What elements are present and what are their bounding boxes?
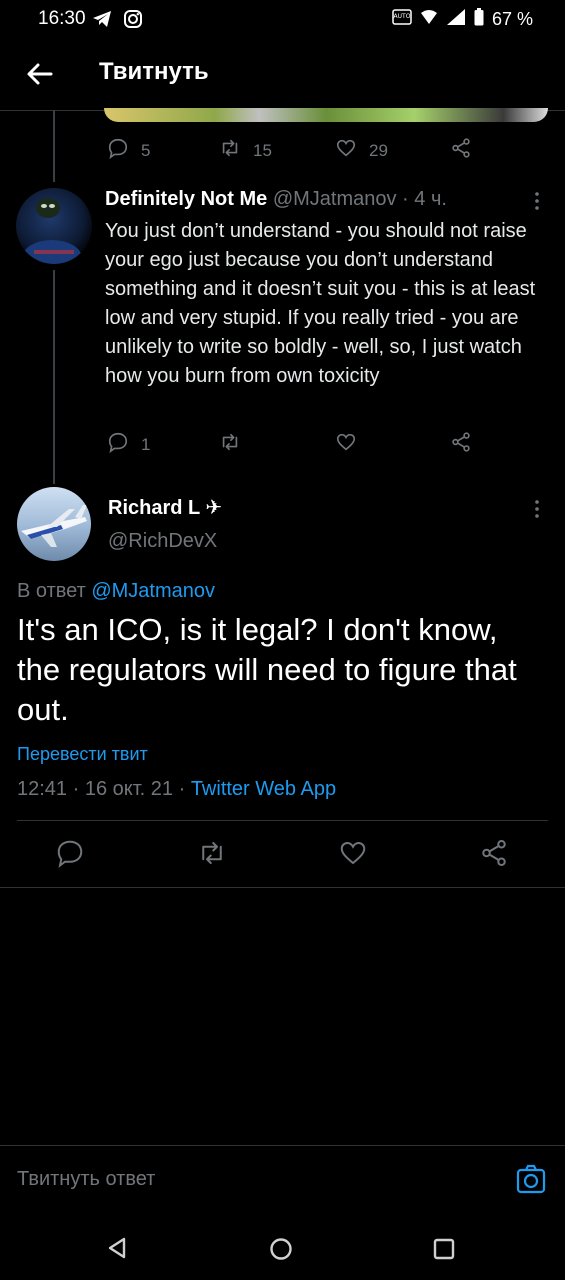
nav-recents-icon[interactable] [433,1238,455,1265]
more-options-icon[interactable] [527,189,547,217]
reply-icon [107,431,129,458]
more-options-icon[interactable] [527,497,547,525]
reply-button[interactable]: 1 [107,431,150,458]
heart-icon [335,137,357,164]
share-icon[interactable] [479,838,509,868]
like-count: 29 [369,140,388,160]
avatar[interactable] [16,188,92,264]
heart-icon [335,431,357,458]
reply-button[interactable]: 5 [107,137,150,164]
retweet-icon [219,431,241,458]
reply-author[interactable]: Definitely Not Me @MJatmanov · 4 ч. [105,188,447,211]
page-title: Твитнуть [99,58,209,85]
main-author-name[interactable]: Richard L ✈ [108,495,222,520]
thread-line [53,110,55,182]
instagram-icon [123,9,143,34]
retweet-button[interactable] [219,431,241,458]
auto-hd-icon: AUTO [392,8,412,31]
reply-tweet-text: You just don’t understand - you should n… [105,220,536,387]
translate-link[interactable]: Перевести твит [17,744,148,765]
reply-count: 5 [141,140,151,160]
tweet-timestamp: 12:41 · 16 окт. 21 · [17,778,191,800]
share-icon [450,431,472,458]
back-arrow-icon[interactable] [22,56,58,92]
share-button[interactable] [450,137,472,164]
retweet-icon[interactable] [197,838,227,868]
main-tweet-actions [0,838,565,872]
main-tweet-text: It's an ICO, is it legal? I don't know, … [17,612,517,727]
telegram-icon [92,10,112,33]
prev-tweet-actions: 5 15 29 [107,137,547,163]
avatar[interactable] [17,487,91,561]
share-button[interactable] [450,431,472,458]
reply-icon[interactable] [55,838,85,868]
reply-input-placeholder[interactable]: Твитнуть ответ [17,1168,155,1191]
replying-to-label: В ответ [17,580,92,602]
top-bar: Твитнуть [0,38,565,111]
camera-icon[interactable] [515,1164,547,1196]
tweet-source-link[interactable]: Twitter Web App [191,778,336,800]
signal-icon [446,8,466,31]
divider [17,820,548,821]
retweet-count: 15 [253,140,272,160]
battery-icon [474,8,484,31]
system-nav-bar [0,1209,565,1280]
nav-home-icon[interactable] [269,1237,293,1266]
like-button[interactable]: 29 [335,137,388,164]
heart-icon[interactable] [338,838,368,868]
reply-composer[interactable]: Твитнуть ответ [0,1145,565,1210]
divider [0,887,565,888]
status-bar: 16:30 AUTO 67 % [0,0,565,38]
media-thumbnail[interactable] [104,108,548,122]
retweet-icon [219,137,241,164]
replying-to-handle[interactable]: @MJatmanov [91,580,215,602]
nav-back-icon[interactable] [106,1237,128,1264]
main-author-handle[interactable]: @RichDevX [108,530,217,553]
author-name: Definitely Not Me [105,188,268,210]
reply-icon [107,137,129,164]
like-button[interactable] [335,431,357,458]
retweet-button[interactable]: 15 [219,137,272,164]
replying-to: В ответ @MJatmanov [17,580,215,603]
battery-percent: 67 % [491,9,533,29]
status-time: 16:30 [38,8,86,29]
reply-count: 1 [141,434,151,454]
reply-tweet-actions: 1 [107,431,547,457]
author-handle-time: @MJatmanov · 4 ч. [272,188,447,210]
tweet-meta: 12:41 · 16 окт. 21 · Twitter Web App [17,778,336,801]
svg-text:AUTO: AUTO [394,13,411,20]
share-icon [450,137,472,164]
wifi-icon [420,8,438,31]
thread-line [53,270,55,484]
